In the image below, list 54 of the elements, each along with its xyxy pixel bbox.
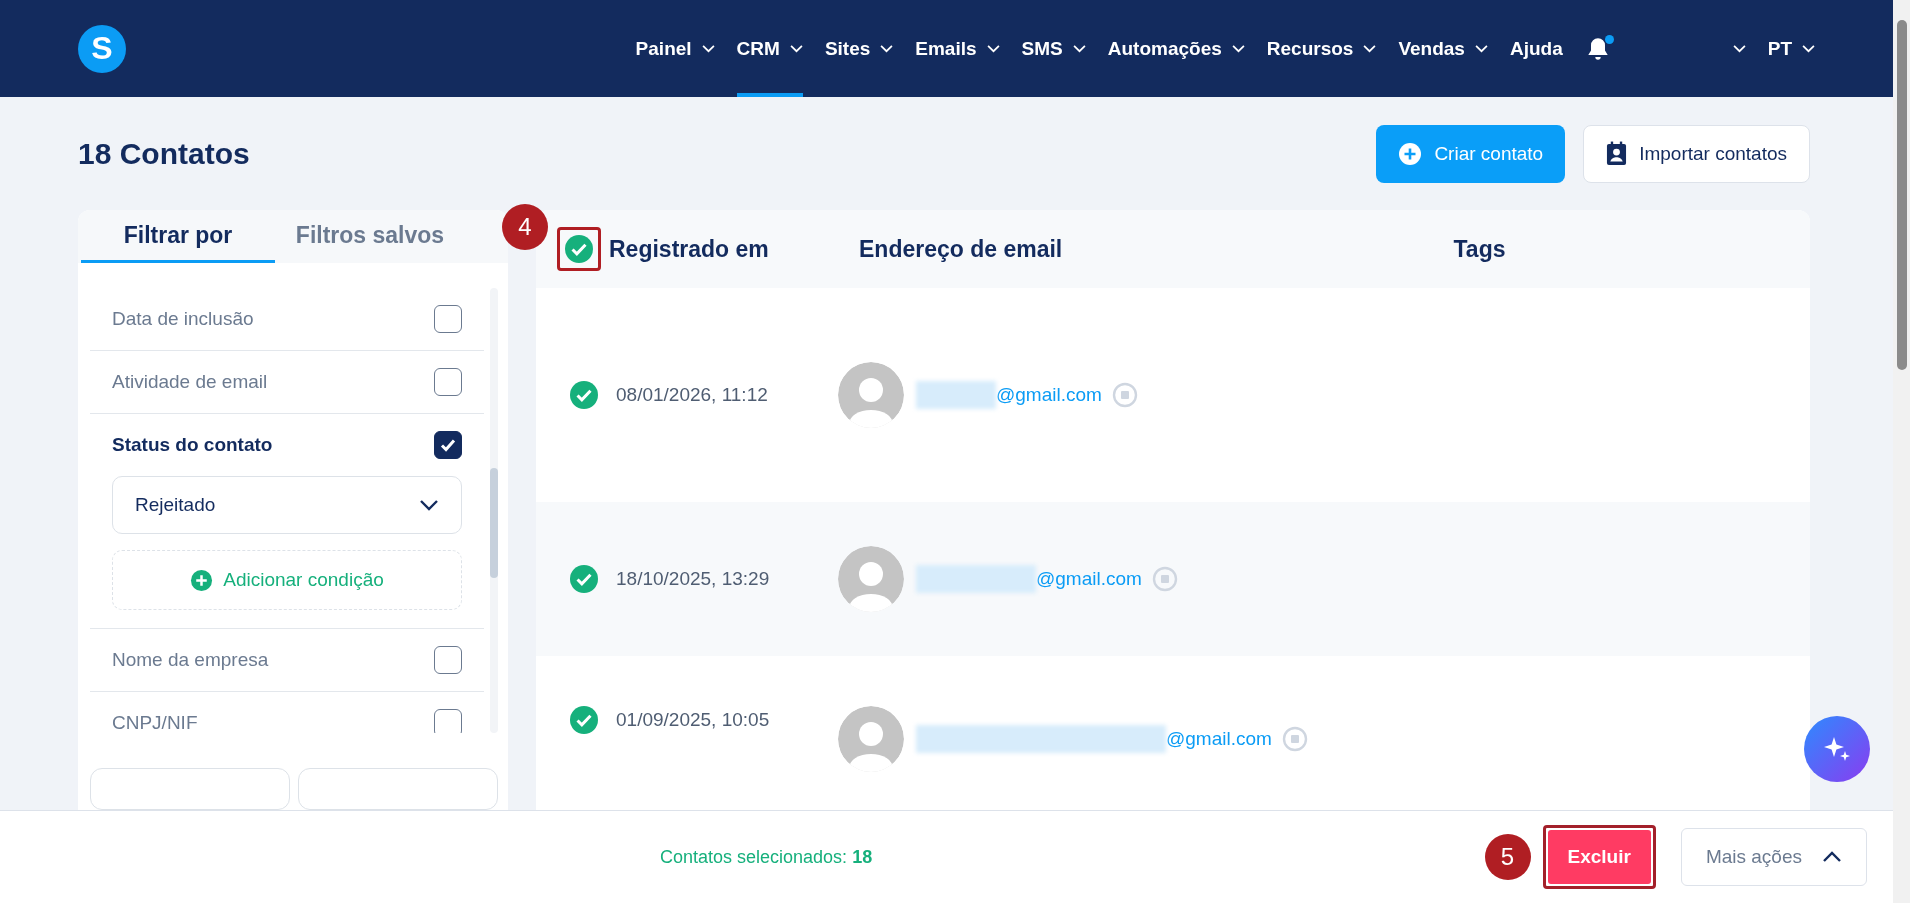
contact-card-icon: [1606, 141, 1628, 166]
column-header: Endereço de email: [859, 235, 1063, 262]
filter-label: CNPJ/NIF: [112, 712, 198, 733]
filter-label: Atividade de email: [112, 371, 268, 393]
nav-menu-item[interactable]: Recursos: [1266, 0, 1377, 97]
chevron-down-icon: [1802, 44, 1815, 53]
nav-menu-item[interactable]: Vendas: [1398, 0, 1488, 97]
import-contacts-button[interactable]: Importar contatos: [1583, 124, 1810, 183]
nav-menu-item[interactable]: Emails: [915, 0, 1000, 97]
filter-label: Nome da empresa: [112, 649, 269, 671]
chevron-up-icon: [1822, 851, 1842, 863]
plus-circle-icon: [1398, 141, 1423, 166]
filter-checkbox[interactable]: [434, 709, 462, 733]
stop-circle-icon: [1281, 726, 1308, 752]
status-dropdown[interactable]: Rejeitado: [112, 476, 462, 534]
language-selector[interactable]: PT: [1767, 0, 1815, 97]
registered-date: 08/01/2026, 11:12: [616, 384, 768, 406]
row-checkbox[interactable]: [570, 381, 598, 409]
select-all-checkbox[interactable]: [557, 227, 601, 271]
nav-menu-item[interactable]: Ajuda: [1509, 0, 1563, 97]
registered-date: 01/09/2025, 10:05: [616, 709, 770, 731]
step-number-badge: 5: [1484, 834, 1531, 880]
filter-checkbox[interactable]: [434, 368, 462, 396]
page-title: 18 Contatos: [78, 136, 250, 171]
row-checkbox[interactable]: [570, 706, 598, 734]
stop-circle-icon: [1111, 382, 1138, 408]
avatar-icon: [838, 362, 904, 428]
row-checkbox[interactable]: [570, 565, 598, 593]
filter-checkbox[interactable]: [434, 646, 462, 674]
stop-circle-icon: [1151, 566, 1178, 592]
filter-label: Data de inclusão: [112, 308, 254, 330]
nav-menu-item[interactable]: CRM: [736, 0, 803, 97]
scrollbar-thumb[interactable]: [490, 468, 498, 578]
more-actions-button[interactable]: Mais ações: [1680, 828, 1867, 886]
filter-checkbox[interactable]: [434, 305, 462, 333]
nav-menu-item[interactable]: Painel: [635, 0, 715, 97]
column-header: Registrado em: [609, 235, 769, 263]
page-scrollbar[interactable]: [1893, 0, 1910, 903]
nav-menu-item[interactable]: SMS: [1021, 0, 1086, 97]
filter-tab[interactable]: Filtros salvos: [275, 210, 465, 263]
plus-circle-icon: [190, 568, 214, 592]
filter-label: Status do contato: [112, 434, 273, 456]
chevron-down-icon: [419, 499, 439, 511]
step-number-badge: 4: [502, 204, 548, 250]
avatar-icon: [838, 706, 904, 772]
nav-menu-item[interactable]: Automações: [1107, 0, 1245, 97]
chevron-down-icon[interactable]: [1732, 44, 1746, 53]
avatar-icon: [838, 546, 904, 612]
nav-menu-item[interactable]: Sites: [824, 0, 894, 97]
registered-date: 18/10/2025, 13:29: [616, 568, 770, 590]
selected-contacts-count: Contatos selecionados: 18: [660, 846, 873, 868]
filter-checkbox[interactable]: [434, 431, 462, 459]
filter-tab[interactable]: Filtrar por: [81, 210, 275, 263]
column-header: Tags: [1453, 235, 1506, 262]
